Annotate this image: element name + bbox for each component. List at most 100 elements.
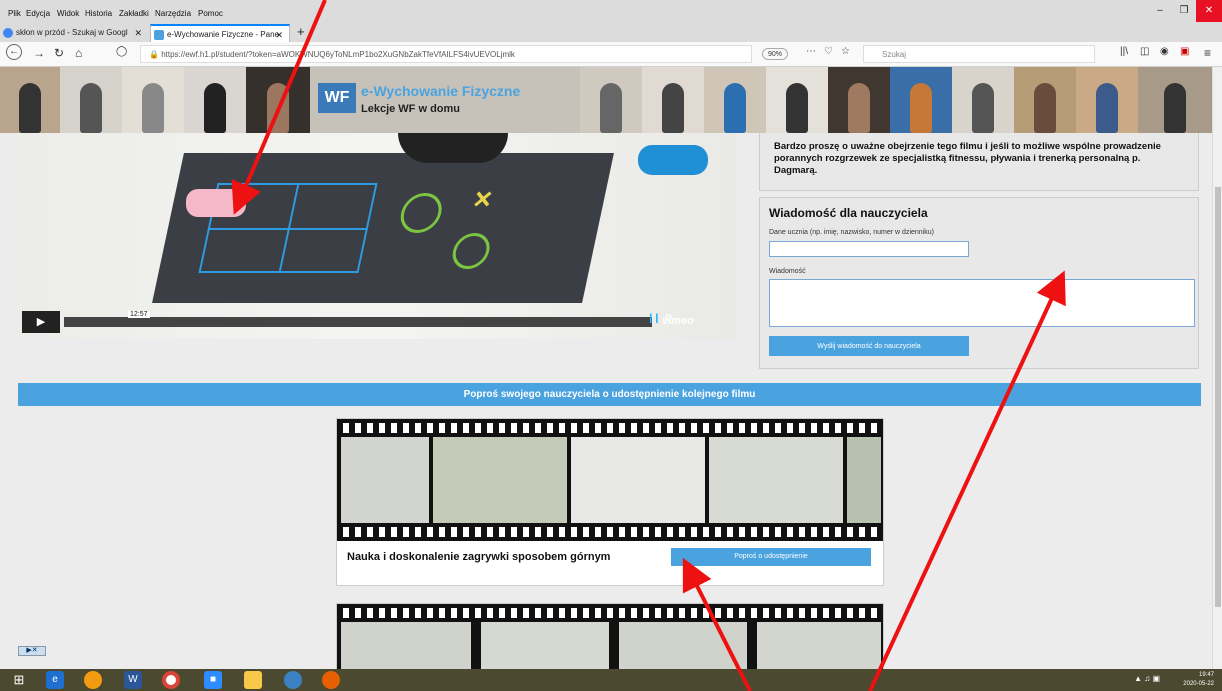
bookmark-star-icon[interactable]: ☆ [841, 46, 850, 57]
foot-shape [186, 189, 246, 217]
student-name-input[interactable] [769, 241, 969, 257]
film-strip [337, 604, 883, 672]
foam-roller [638, 145, 708, 175]
menu-bar: Plik Edycja Widok Historia Zakładki Narz… [0, 0, 1222, 22]
app-icon[interactable] [284, 671, 302, 689]
send-message-button[interactable]: Wyślij wiadomość do nauczyciela [769, 336, 969, 356]
pocket-icon[interactable]: ♡ [824, 46, 833, 57]
tab-google[interactable]: skłon w przód - Szukaj w Googl ✕ [0, 24, 148, 42]
banner-photo [704, 67, 766, 133]
banner-photo [766, 67, 828, 133]
system-clock[interactable]: 19:47 2020-05-22 [1183, 671, 1214, 689]
menu-zakladki[interactable]: Zakładki [119, 9, 149, 18]
vimeo-logo[interactable]: vimeo [662, 315, 694, 327]
reload-icon[interactable]: ↻ [54, 46, 64, 60]
maximize-icon[interactable]: ❐ [1172, 0, 1196, 22]
video-timecode: 12:57 [128, 311, 150, 318]
sidebar-icon[interactable]: ◫ [1140, 46, 1149, 57]
app-icon[interactable] [84, 671, 102, 689]
account-icon[interactable]: ◉ [1160, 46, 1169, 57]
video-card [336, 603, 884, 673]
banner-photo [952, 67, 1014, 133]
menu-widok[interactable]: Widok [57, 9, 79, 18]
request-access-button[interactable]: Poproś o udostępnienie [671, 548, 871, 566]
banner-photo [1076, 67, 1138, 133]
banner-photo [1014, 67, 1076, 133]
logo-subtitle: Lekcje WF w domu [361, 103, 461, 115]
logo-title: e-Wychowanie Fizyczne [361, 83, 521, 99]
ie-icon[interactable]: e [46, 671, 64, 689]
chrome-icon[interactable] [162, 671, 180, 689]
tray-icons[interactable]: ▲ ♫ ▣ [1134, 674, 1160, 683]
lock-icon: 🔒 [149, 50, 159, 59]
clock-date: 2020-05-22 [1183, 681, 1214, 687]
shield-icon[interactable]: ◯ [116, 46, 127, 57]
video-progress[interactable]: 12:57 [64, 311, 652, 327]
legs-shape [398, 133, 508, 163]
banner-photo [1138, 67, 1212, 133]
forward-icon[interactable]: → [33, 46, 45, 60]
message-label: Wiadomość [769, 268, 806, 275]
explorer-icon[interactable] [244, 671, 262, 689]
play-icon[interactable]: ▶ [22, 311, 60, 333]
zoom-level[interactable]: 90% [762, 48, 789, 60]
search-input[interactable]: Szukaj [863, 45, 1095, 63]
library-icon[interactable]: ||\ [1120, 46, 1128, 57]
tab-label: skłon w przód - Szukaj w Googl [16, 28, 128, 37]
student-name-label: Dane ucznia (np. imię, nazwisko, numer w… [769, 229, 934, 236]
request-next-video-bar: Poproś swojego nauczyciela o udostępnien… [18, 383, 1201, 406]
banner-photo [0, 67, 60, 133]
new-tab-icon[interactable]: + [294, 24, 310, 42]
more-icon[interactable]: ⋯ [806, 46, 816, 57]
flag-icon[interactable]: ▶✕ [18, 646, 46, 656]
minimize-icon[interactable]: – [1148, 0, 1172, 22]
menu-plik[interactable]: Plik [8, 9, 21, 18]
windows-start-icon[interactable]: ⊞ [10, 671, 28, 689]
vertical-scrollbar[interactable] [1212, 67, 1222, 669]
message-form: Wiadomość dla nauczyciela Dane ucznia (n… [759, 197, 1199, 369]
main-content: × ▶ 12:57 ▎▎ ⚙ vimeo Bardzo proszę o uwa… [0, 133, 1212, 673]
close-window-icon[interactable]: ✕ [1196, 0, 1222, 22]
menu-narzedzia[interactable]: Narzędzia [155, 9, 191, 18]
banner-photo [60, 67, 122, 133]
volume-icon[interactable]: ▎▎ [650, 314, 662, 323]
video-card: Nauka i doskonalenie zagrywki sposobem g… [336, 418, 884, 586]
word-icon[interactable]: W [124, 671, 142, 689]
menu-pomoc[interactable]: Pomoc [198, 9, 223, 18]
close-tab-icon[interactable]: ✕ [275, 26, 283, 42]
url-bar[interactable]: 🔒 https://ewf.h1.pl/student/?token=aWOKW… [140, 45, 752, 63]
firefox-icon[interactable] [322, 671, 340, 689]
scrollbar-thumb[interactable] [1215, 187, 1221, 607]
film-strip [337, 419, 883, 541]
video-player[interactable]: × [18, 133, 736, 339]
banner-photo [580, 67, 642, 133]
photo-banner: WF e-Wychowanie Fizyczne Lekcje WF w dom… [0, 67, 1222, 133]
tab-ewf[interactable]: e-Wychowanie Fizyczne - Pane ✕ [150, 24, 290, 42]
close-tab-icon[interactable]: ✕ [134, 24, 142, 42]
tab-label: e-Wychowanie Fizyczne - Pane [167, 30, 279, 39]
banner-photo [122, 67, 184, 133]
video-controls: ▶ 12:57 ▎▎ ⚙ vimeo [22, 311, 737, 333]
back-icon[interactable]: ← [6, 44, 22, 60]
home-icon[interactable]: ⌂ [75, 46, 82, 60]
banner-photo [246, 67, 310, 133]
tab-bar: skłon w przód - Szukaj w Googl ✕ e-Wycho… [0, 22, 1222, 42]
video-card-title: Nauka i doskonalenie zagrywki sposobem g… [347, 551, 611, 563]
menu-historia[interactable]: Historia [85, 9, 112, 18]
url-text: https://ewf.h1.pl/student/?token=aWOKWNU… [161, 50, 515, 59]
taskbar: ⊞ e W ■ ▲ ♫ ▣ 19:47 2020-05-22 [0, 669, 1222, 691]
menu-icon[interactable]: ≡ [1204, 46, 1211, 60]
extension-icon[interactable]: ▣ [1180, 46, 1189, 57]
banner-photo [184, 67, 246, 133]
menu-edycja[interactable]: Edycja [26, 9, 50, 18]
zoom-app-icon[interactable]: ■ [204, 671, 222, 689]
banner-photo [642, 67, 704, 133]
banner-photo [828, 67, 890, 133]
site-logo[interactable]: WF e-Wychowanie Fizyczne Lekcje WF w dom… [318, 75, 528, 127]
navigation-bar: ← → ↻ ⌂ ◯ 🔒 https://ewf.h1.pl/student/?t… [0, 42, 1222, 67]
ewf-icon [154, 30, 164, 40]
clock-time: 19:47 [1198, 672, 1214, 678]
lesson-description: Bardzo proszę o uważne obejrzenie tego f… [759, 133, 1199, 191]
message-textarea[interactable] [769, 279, 1195, 327]
message-form-title: Wiadomość dla nauczyciela [769, 206, 928, 220]
